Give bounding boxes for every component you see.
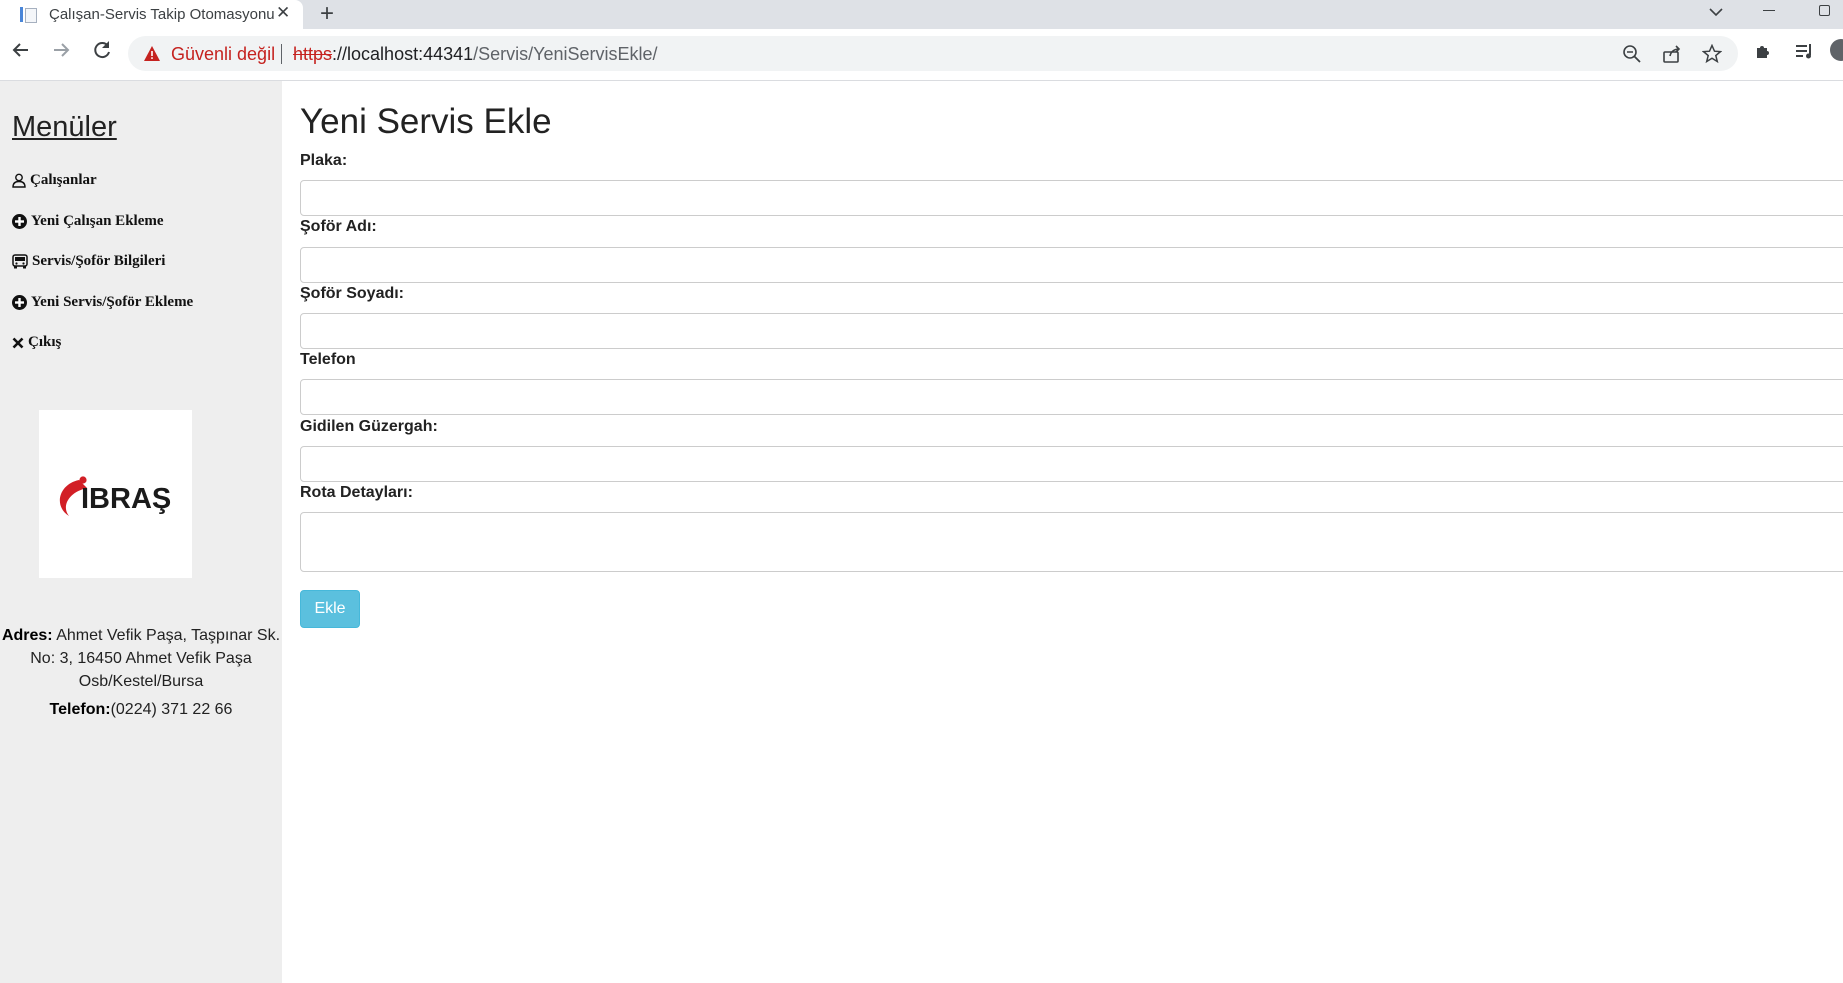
address-bar[interactable]: Güvenli değil https://localhost:44341/Se…: [128, 36, 1738, 71]
bus-icon: [12, 254, 28, 269]
rota-detaylari-textarea[interactable]: [300, 512, 1843, 572]
address-line3: Osb/Kestel/Bursa: [78, 673, 204, 690]
url-host: ://localhost:44341: [332, 44, 474, 64]
extensions-puzzle-icon[interactable]: [1753, 40, 1775, 62]
browser-tab[interactable]: Çalışan-Servis Takip Otomasyonu ✕: [0, 0, 303, 29]
sidebar-item-yeni-calisan-ekleme[interactable]: Yeni Çalışan Ekleme: [12, 213, 164, 230]
url-scheme: https: [293, 44, 333, 64]
forward-arrow-icon[interactable]: [49, 38, 73, 62]
profile-avatar[interactable]: [1830, 39, 1843, 61]
sidebar-item-label: Yeni Servis/Şoför Ekleme: [31, 294, 194, 310]
user-icon: [12, 173, 26, 188]
sidebar-item-label: Servis/Şoför Bilgileri: [32, 253, 166, 269]
zoom-icon[interactable]: [1622, 44, 1642, 64]
sidebar-item-servis-sofor-bilgileri[interactable]: Servis/Şoför Bilgileri: [12, 253, 165, 270]
phone-value: (0224) 371 22 66: [110, 701, 233, 718]
sofor-adi-input[interactable]: [300, 247, 1843, 283]
phone-label: Telefon:: [49, 701, 111, 718]
url-path: /Servis/YeniServisEkle/: [473, 44, 658, 64]
menu-title: Menüler: [12, 111, 117, 143]
bookmark-star-icon[interactable]: [1702, 44, 1722, 64]
logo-text: IBRAŞ: [81, 483, 171, 515]
address-label: Adres:: [1, 627, 53, 644]
sofor-soyadi-label: Şoför Soyadı:: [300, 285, 405, 302]
sidebar-item-label: Çalışanlar: [30, 172, 97, 188]
not-secure-label[interactable]: Güvenli değil: [171, 44, 275, 65]
sidebar-item-label: Yeni Çalışan Ekleme: [31, 213, 164, 229]
plus-circle-icon: [12, 214, 27, 229]
company-phone: Telefon:(0224) 371 22 66: [0, 701, 282, 719]
sidebar-item-yeni-servis-sofor-ekleme[interactable]: Yeni Servis/Şoför Ekleme: [12, 294, 193, 311]
new-tab-plus-icon[interactable]: +: [320, 0, 334, 28]
plaka-label: Plaka:: [300, 152, 348, 169]
plus-circle-icon: [12, 295, 27, 310]
ibras-logo-icon: IBRAŞ: [59, 476, 171, 516]
share-icon[interactable]: [1662, 44, 1682, 64]
sofor-soyadi-input[interactable]: [300, 313, 1843, 349]
plaka-input[interactable]: [300, 180, 1843, 216]
gidilen-guzergah-label: Gidilen Güzergah:: [300, 418, 438, 435]
omnibox-divider: [281, 44, 282, 64]
address-line1: Ahmet Vefik Paşa, Taşpınar Sk.: [52, 627, 281, 644]
tab-close-icon[interactable]: ✕: [276, 3, 290, 23]
warning-triangle-icon: [144, 46, 160, 61]
telefon-input[interactable]: [300, 379, 1843, 415]
sidebar-item-calisanlar[interactable]: Çalışanlar: [12, 172, 97, 189]
ekle-button[interactable]: Ekle: [300, 590, 360, 628]
gidilen-guzergah-input[interactable]: [300, 446, 1843, 482]
back-arrow-icon[interactable]: [9, 38, 33, 62]
company-logo: IBRAŞ: [39, 410, 192, 578]
sidebar: Menüler Çalışanlar Yeni Çalışan Ekleme S…: [0, 81, 282, 983]
url-text[interactable]: https://localhost:44341/Servis/YeniServi…: [293, 44, 658, 65]
browser-tabstrip: Çalışan-Servis Takip Otomasyonu ✕ +: [0, 0, 1843, 29]
tab-search-chevron-icon[interactable]: [1706, 2, 1726, 22]
telefon-label: Telefon: [300, 351, 356, 368]
reading-list-icon[interactable]: [1794, 40, 1816, 62]
company-address: Adres: Ahmet Vefik Paşa, Taşpınar Sk. No…: [0, 624, 282, 693]
close-icon: [12, 337, 24, 348]
window-restore-icon[interactable]: [1819, 5, 1830, 16]
page-favicon-icon: [20, 6, 37, 23]
window-minimize-icon[interactable]: [1763, 10, 1775, 11]
address-line2: No: 3, 16450 Ahmet Vefik Paşa: [30, 650, 252, 667]
rota-detaylari-label: Rota Detayları:: [300, 484, 413, 501]
sidebar-item-label: Çıkış: [28, 334, 62, 350]
main-content: Yeni Servis Ekle Plaka: Şoför Adı: Şoför…: [282, 81, 1843, 983]
browser-toolbar: Güvenli değil https://localhost:44341/Se…: [0, 29, 1843, 81]
tab-title: Çalışan-Servis Takip Otomasyonu: [49, 6, 275, 23]
page-title: Yeni Servis Ekle: [300, 102, 552, 141]
reload-icon[interactable]: [90, 38, 114, 62]
sidebar-item-cikis[interactable]: Çıkış: [12, 334, 61, 351]
sofor-adi-label: Şoför Adı:: [300, 218, 377, 235]
